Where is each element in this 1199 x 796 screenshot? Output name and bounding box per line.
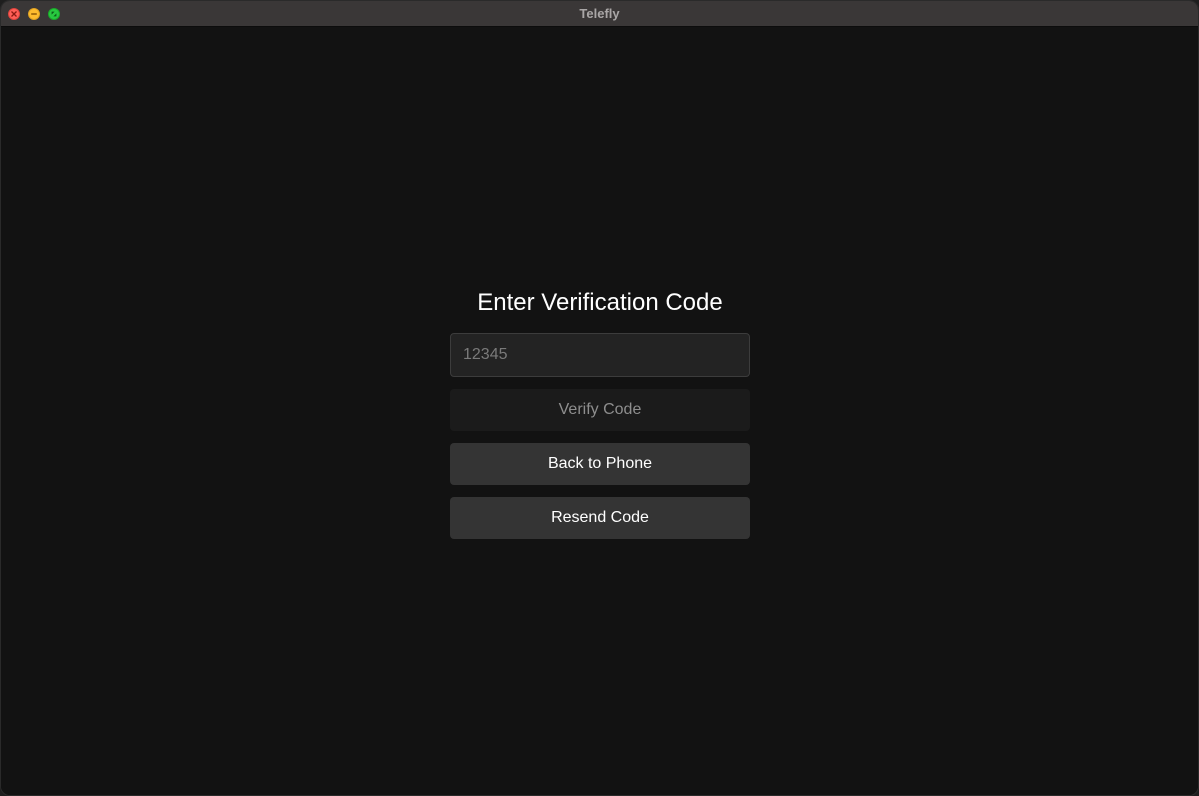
title-bar[interactable]: Telefly: [1, 1, 1198, 27]
verification-form: Enter Verification Code Verify Code Back…: [450, 287, 750, 539]
verification-code-input[interactable]: [450, 333, 750, 377]
page-title: Enter Verification Code: [477, 289, 723, 316]
verify-code-button[interactable]: Verify Code: [450, 389, 750, 431]
window-title: Telefly: [579, 6, 620, 21]
main-content: Enter Verification Code Verify Code Back…: [1, 27, 1198, 795]
back-to-phone-button[interactable]: Back to Phone: [450, 443, 750, 485]
resend-code-button[interactable]: Resend Code: [450, 497, 750, 539]
app-window: Telefly Enter Verification Code Verify C…: [0, 0, 1199, 796]
